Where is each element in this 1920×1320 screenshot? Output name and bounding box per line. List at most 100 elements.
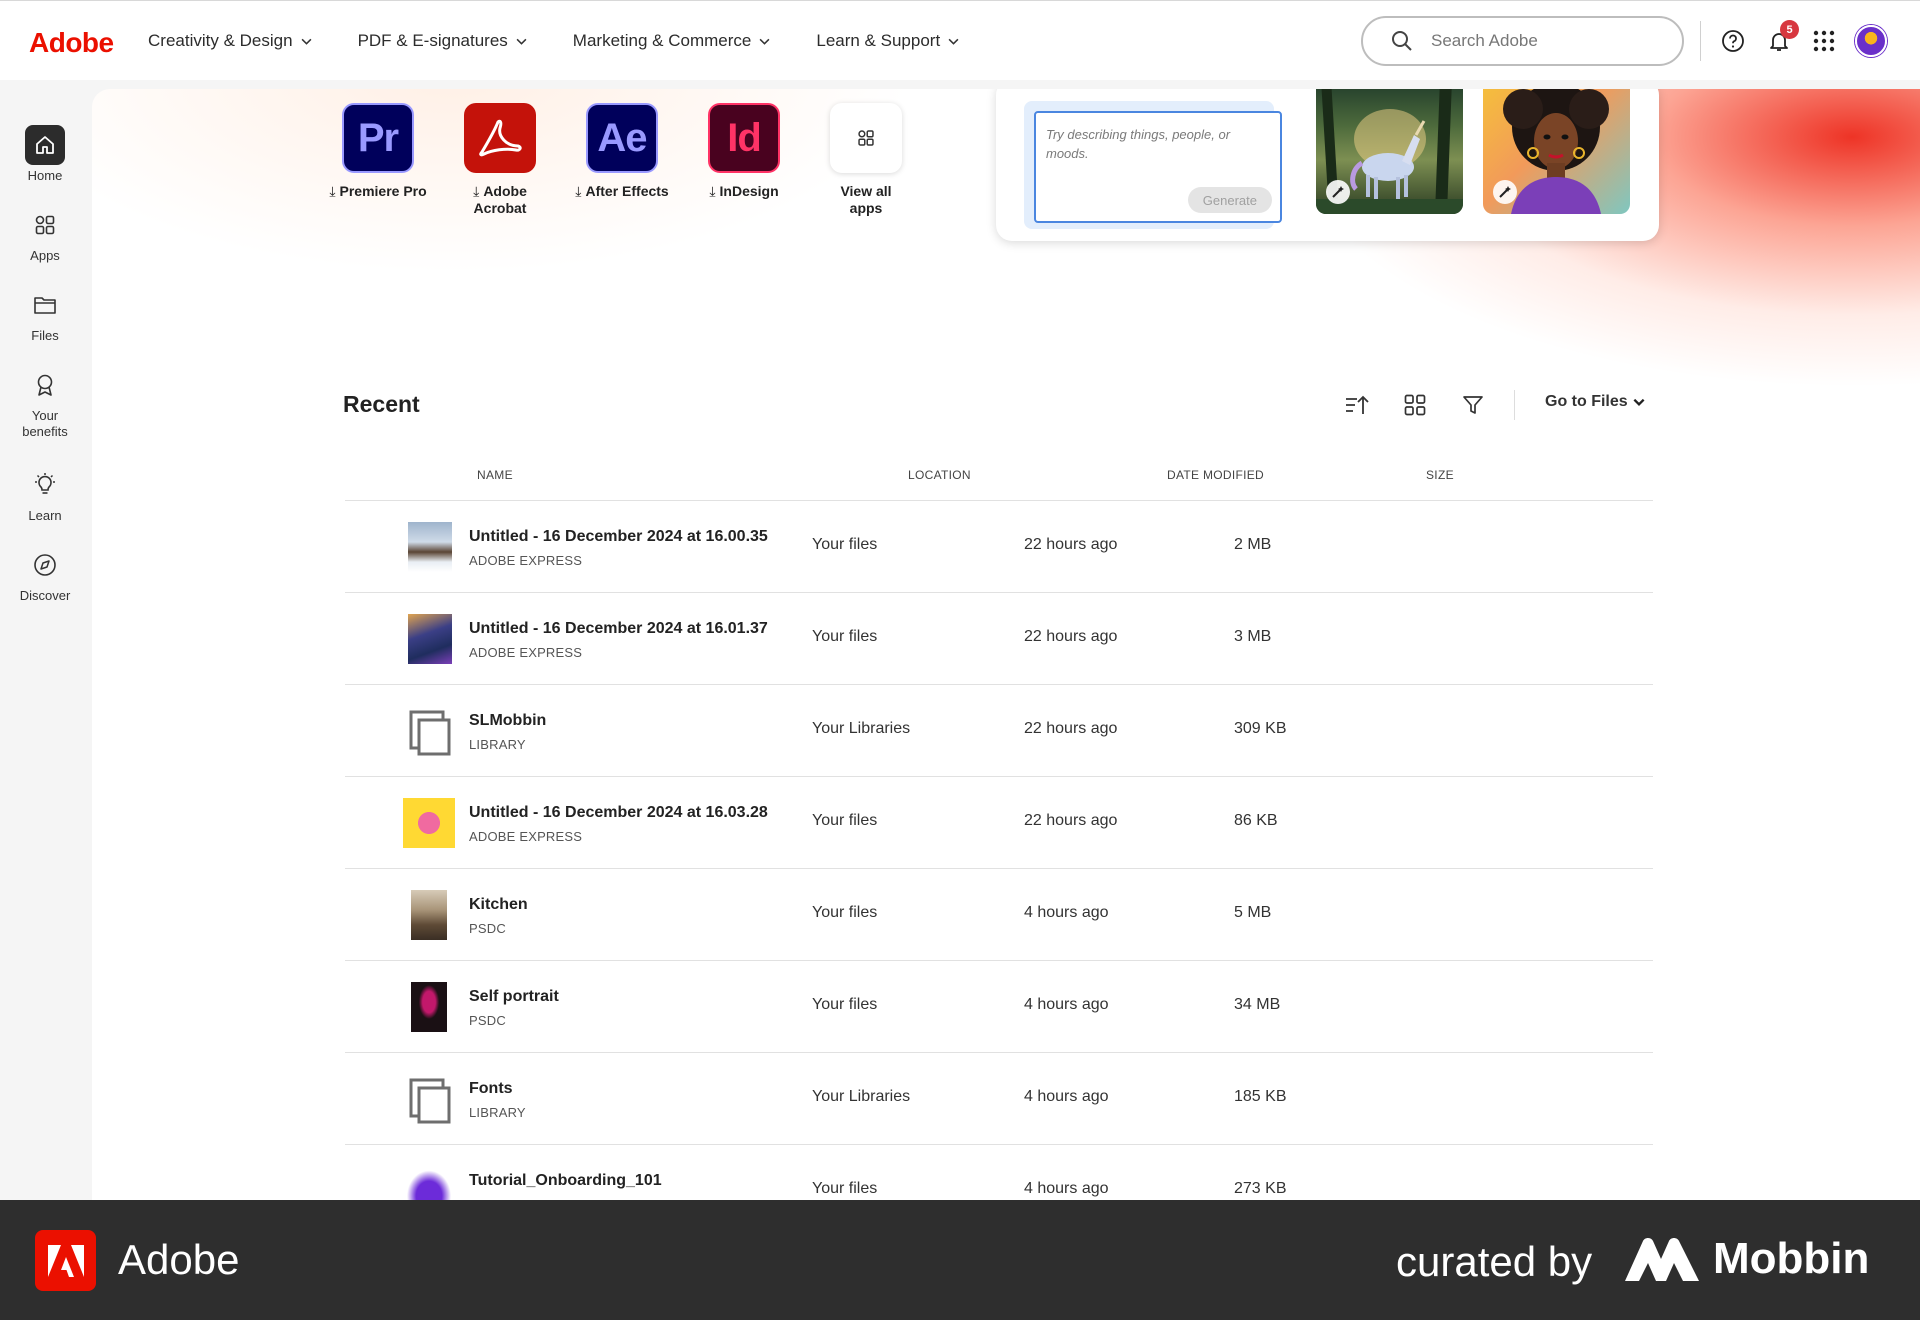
column-header-size[interactable]: SIZE: [1426, 468, 1454, 482]
table-row[interactable]: Untitled - 16 December 2024 at 16.03.28 …: [345, 777, 1655, 868]
nav-marketing-commerce[interactable]: Marketing & Commerce: [573, 31, 771, 51]
app-name: ⤓ Premiere Pro: [329, 183, 427, 199]
grid-view-icon: [1404, 394, 1426, 416]
table-row[interactable]: SLMobbin LIBRARY Your Libraries 22 hours…: [345, 685, 1655, 776]
award-icon: [25, 365, 65, 405]
app-name: ⤓ Adobe Acrobat: [473, 183, 527, 216]
app-tile-premiere-pro[interactable]: Pr ⤓ Premiere Pro: [328, 103, 428, 200]
file-size: 273 KB: [1234, 1180, 1287, 1197]
column-header-date-modified[interactable]: DATE MODIFIED: [1167, 468, 1264, 482]
indesign-icon: Id: [708, 103, 780, 173]
nav-divider: [1700, 21, 1701, 61]
table-row[interactable]: Tutorial_Onboarding_101 Your files 4 hou…: [345, 1145, 1655, 1200]
download-icon: ⤓: [575, 183, 582, 199]
apps-icon: [830, 103, 902, 173]
file-type: ADOBE EXPRESS: [469, 829, 583, 844]
generate-button[interactable]: Generate: [1187, 187, 1272, 213]
app-switcher-button[interactable]: [1810, 27, 1838, 55]
magic-wand-icon: [1493, 180, 1517, 204]
compass-icon: [25, 545, 65, 585]
grid-view-button[interactable]: [1401, 391, 1429, 419]
view-all-apps[interactable]: View all apps: [816, 103, 916, 217]
sort-button[interactable]: [1343, 391, 1371, 419]
thumbnail-tutorial: [403, 1166, 455, 1200]
sidebar-item-home[interactable]: Home: [0, 125, 90, 184]
go-to-files-button[interactable]: Go to Files: [1545, 393, 1646, 411]
file-location: Your files: [812, 1180, 878, 1197]
sidebar-item-learn[interactable]: Learn: [0, 465, 90, 524]
user-avatar[interactable]: [1855, 25, 1887, 57]
app-name: View all apps: [840, 183, 892, 216]
thumbnail-unicorn: [408, 614, 452, 664]
home-icon: [25, 125, 65, 165]
sidebar-item-label: Your benefits: [22, 408, 68, 439]
file-type: PSDC: [469, 921, 506, 936]
sample-image-portrait[interactable]: [1483, 89, 1630, 214]
thumbnail-good-things: [403, 798, 455, 848]
file-location: Your files: [812, 996, 878, 1013]
file-name: Kitchen: [469, 896, 528, 913]
sidebar-item-files[interactable]: Files: [0, 285, 90, 344]
file-type: LIBRARY: [469, 737, 526, 752]
table-row[interactable]: Untitled - 16 December 2024 at 16.00.35 …: [345, 501, 1655, 592]
adobe-logo[interactable]: Adobe: [29, 27, 114, 59]
file-location: Your Libraries: [812, 1088, 911, 1105]
file-name: Tutorial_Onboarding_101: [469, 1172, 662, 1189]
table-row[interactable]: Kitchen PSDC Your files 4 hours ago 5 MB: [345, 869, 1655, 960]
file-location: Your files: [812, 904, 878, 921]
footer-banner: Adobe curated by Mobbin: [0, 1200, 1920, 1320]
chevron-down-icon: [948, 38, 959, 45]
sidebar-item-label: Discover: [19, 588, 71, 603]
file-date: 4 hours ago: [1024, 1180, 1109, 1197]
sidebar-item-label: Files: [31, 328, 59, 343]
table-row[interactable]: Untitled - 16 December 2024 at 16.01.37 …: [345, 593, 1655, 684]
mobbin-mark-icon: [1625, 1238, 1699, 1281]
file-size: 34 MB: [1234, 996, 1281, 1013]
table-row[interactable]: Self portrait PSDC Your files 4 hours ag…: [345, 961, 1655, 1052]
help-button[interactable]: [1719, 27, 1747, 55]
acrobat-icon: [464, 103, 536, 173]
file-location: Your files: [812, 812, 878, 829]
sidebar: Home Apps Files Your benefits Learn Disc…: [0, 80, 90, 1200]
file-type: ADOBE EXPRESS: [469, 645, 583, 660]
file-date: 22 hours ago: [1024, 812, 1118, 829]
file-location: Your Libraries: [812, 720, 911, 737]
column-header-name[interactable]: NAME: [477, 468, 513, 482]
table-row[interactable]: Fonts LIBRARY Your Libraries 4 hours ago…: [345, 1053, 1655, 1144]
sidebar-item-apps[interactable]: Apps: [0, 205, 90, 264]
sidebar-item-benefits[interactable]: Your benefits: [0, 365, 90, 440]
nav-label: Learn & Support: [816, 31, 941, 50]
go-to-files-label: Go to Files: [1545, 393, 1628, 410]
after-effects-icon: Ae: [586, 103, 658, 173]
help-icon: [1722, 30, 1744, 52]
search-box[interactable]: [1361, 16, 1684, 66]
nav-learn-support[interactable]: Learn & Support: [816, 31, 959, 51]
nav-label: PDF & E-signatures: [357, 31, 508, 50]
prompt-input[interactable]: Try describing things, people, or moods.…: [1034, 111, 1282, 223]
nav-creativity-design[interactable]: Creativity & Design: [148, 31, 312, 51]
adobe-app-logo: [35, 1230, 96, 1291]
filter-button[interactable]: [1459, 391, 1487, 419]
sample-image-unicorn[interactable]: [1316, 89, 1463, 214]
app-tile-indesign[interactable]: Id ⤓ InDesign: [694, 103, 794, 200]
app-tile-after-effects[interactable]: Ae ⤓ After Effects: [572, 103, 672, 200]
file-date: 22 hours ago: [1024, 720, 1118, 737]
sidebar-item-discover[interactable]: Discover: [0, 545, 90, 604]
file-date: 4 hours ago: [1024, 904, 1109, 921]
folder-icon: [25, 285, 65, 325]
chevron-down-icon: [759, 38, 770, 45]
column-header-location[interactable]: LOCATION: [908, 468, 971, 482]
search-input[interactable]: [1431, 31, 1651, 51]
top-navigation: Adobe Creativity & Design PDF & E-signat…: [0, 0, 1920, 80]
nav-pdf-esignatures[interactable]: PDF & E-signatures: [358, 31, 527, 51]
nav-label: Marketing & Commerce: [572, 31, 752, 50]
chevron-down-icon: [516, 38, 527, 45]
app-tile-acrobat[interactable]: ⤓ Adobe Acrobat: [450, 103, 550, 217]
grid-dots-icon: [1813, 30, 1835, 52]
footer-brand-name: Adobe: [118, 1236, 240, 1283]
filter-icon: [1463, 396, 1483, 414]
recent-section-title: Recent: [343, 391, 420, 417]
search-icon: [1392, 31, 1412, 51]
chevron-down-icon: [1633, 398, 1645, 406]
download-icon: ⤓: [709, 183, 716, 199]
